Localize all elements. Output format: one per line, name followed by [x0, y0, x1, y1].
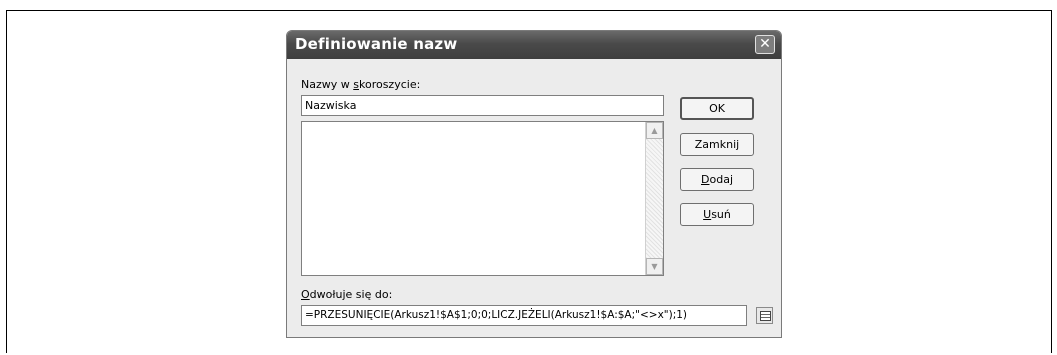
close-button[interactable]: Zamknij — [680, 133, 754, 156]
listbox-scrollbar[interactable]: ▲ ▼ — [645, 122, 663, 275]
scroll-up-icon[interactable]: ▲ — [646, 122, 663, 139]
dialog-title: Definiowanie nazw — [295, 35, 458, 53]
names-label-part: Nazwy w — [301, 78, 354, 91]
refers-to-label: Odwołuje się do: — [301, 288, 392, 301]
add-button-label: odaj — [709, 173, 733, 186]
range-select-icon[interactable] — [756, 307, 773, 324]
refers-to-label-text: dwołuje się do: — [309, 288, 393, 301]
refers-to-input[interactable]: =PRZESUNIĘCIE(Arkusz1!$A$1;0;0;LICZ.JEŻE… — [301, 305, 747, 326]
names-label-part: koroszycie: — [358, 78, 421, 91]
scroll-down-icon[interactable]: ▼ — [646, 258, 663, 275]
define-names-dialog: Definiowanie nazw ✕ Nazwy w skoroszycie:… — [286, 30, 782, 338]
names-label: Nazwy w skoroszycie: — [301, 78, 420, 91]
names-listbox[interactable]: ▲ ▼ — [301, 121, 664, 276]
ok-button[interactable]: OK — [680, 97, 754, 120]
name-input[interactable]: Nazwiska — [301, 95, 664, 116]
refers-to-accel: O — [301, 288, 310, 301]
delete-button-label: suń — [711, 208, 731, 221]
title-bar: Definiowanie nazw ✕ — [287, 31, 781, 59]
close-icon[interactable]: ✕ — [755, 35, 775, 54]
delete-button[interactable]: Usuń — [680, 203, 754, 226]
delete-button-accel: U — [703, 208, 712, 221]
add-button[interactable]: Dodaj — [680, 168, 754, 191]
